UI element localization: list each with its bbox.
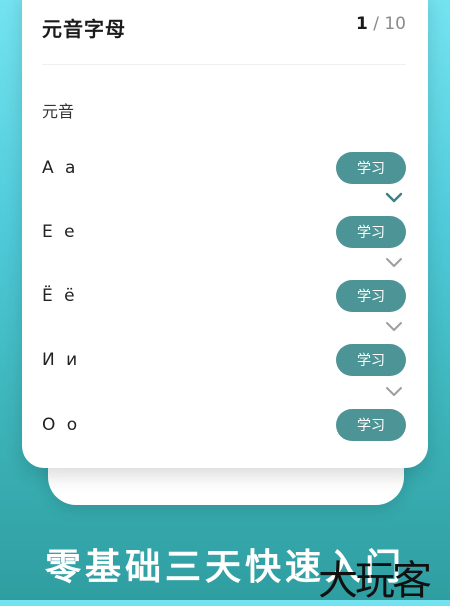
learn-button-i[interactable]: 学习 [336,344,406,376]
letter-row-yo: Ё ё 学习 [22,278,428,318]
watermark-logo: 大玩客 [318,558,432,604]
progress-current: 1 [355,14,368,34]
lesson-card: 元音字母 1 / 10 元音 А а 学习 Е е 学习 Ё ё 学习 И и … [22,0,428,468]
section-label: 元音 [42,102,75,121]
chevron-down-icon [385,192,403,203]
letter-row-a: А а 学习 [22,150,428,190]
chevron-down-icon [386,258,402,267]
learn-button-o[interactable]: 学习 [336,409,406,441]
letter-row-e: Е е 学习 [22,214,428,254]
chevron-down-icon [386,387,402,396]
letter-text: Е е [42,222,78,242]
letter-text: Ё ё [42,286,78,306]
letter-text: А а [42,158,79,178]
letter-row-o: О о 学习 [22,407,428,447]
learn-button-yo[interactable]: 学习 [336,280,406,312]
letter-text: О о [42,415,81,435]
chevron-down-icon [386,322,402,331]
lesson-title: 元音字母 [42,17,126,41]
letter-row-i: И и 学习 [22,342,428,382]
header-divider [42,64,406,65]
letter-text: И и [42,350,81,370]
progress-total: / 10 [373,14,406,34]
learn-button-a[interactable]: 学习 [336,152,406,184]
progress-counter: 1 / 10 [356,14,406,34]
card-header: 元音字母 1 / 10 [22,0,428,58]
learn-button-e[interactable]: 学习 [336,216,406,248]
